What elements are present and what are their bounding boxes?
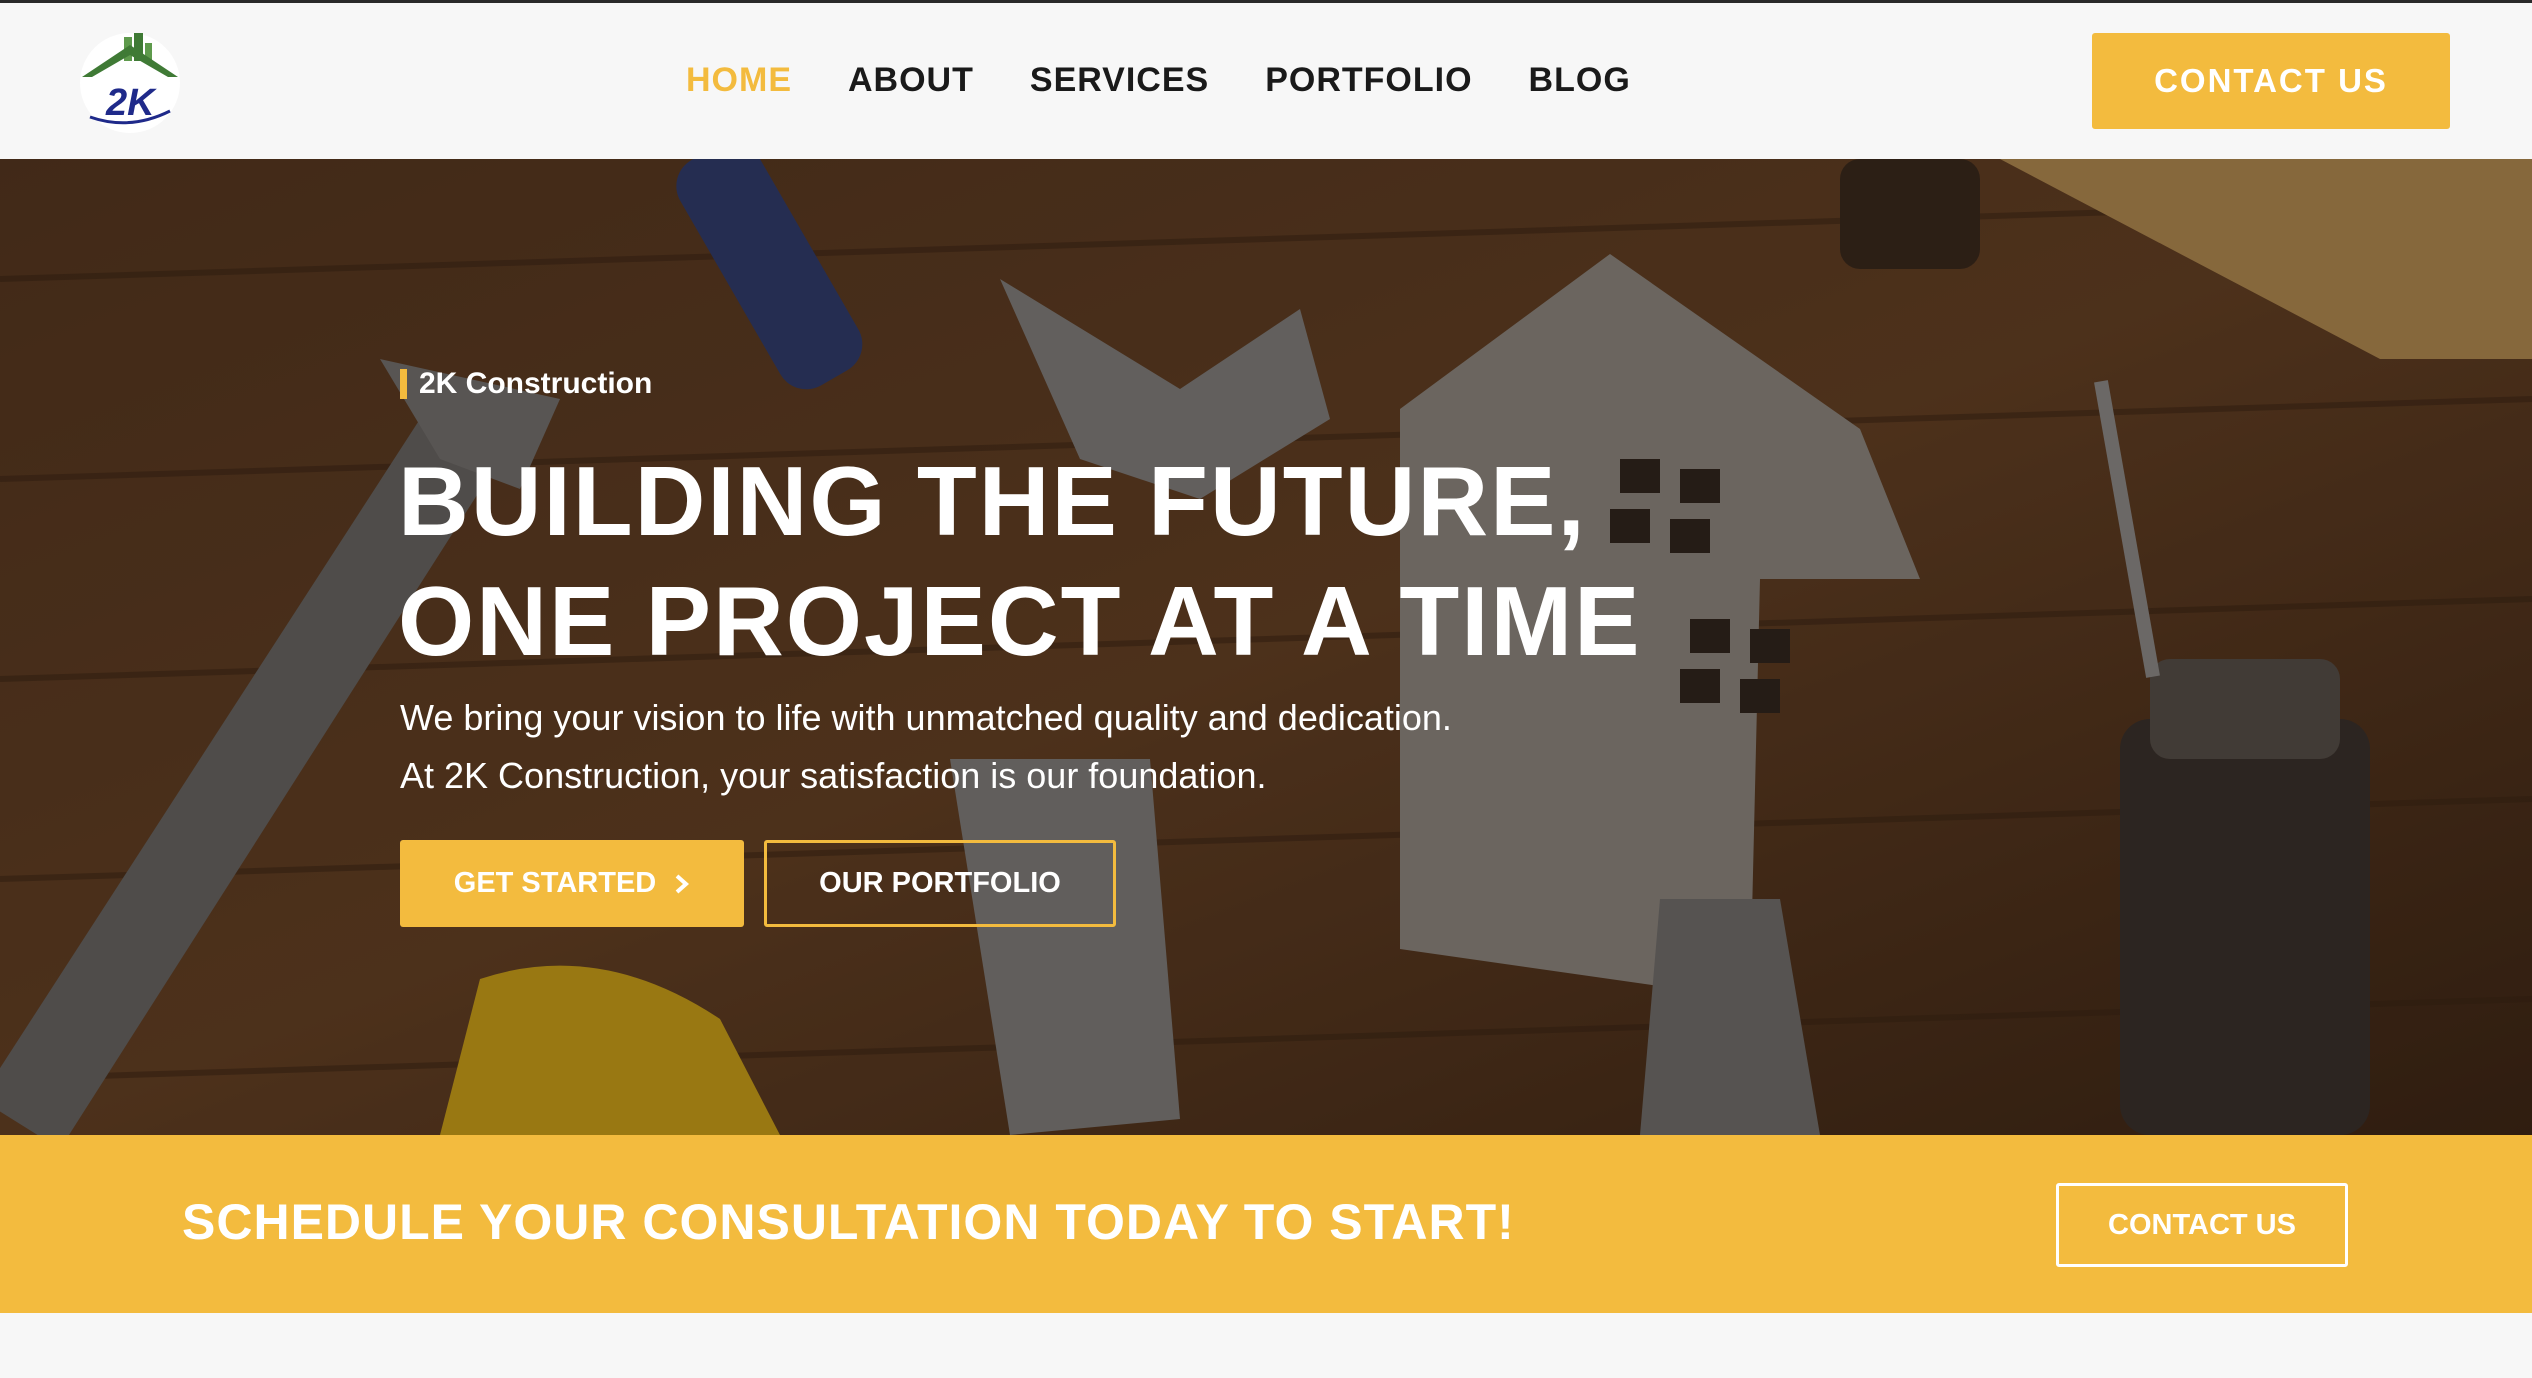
nav-home[interactable]: HOME [686, 61, 792, 100]
main-nav: HOME ABOUT SERVICES PORTFOLIO BLOG [686, 61, 1631, 100]
hero-subtitle: We bring your vision to life with unmatc… [400, 689, 1600, 805]
hero-title-line2: ONE PROJECT AT A TIME [398, 566, 1642, 676]
header-contact-button[interactable]: CONTACT US [2092, 33, 2450, 129]
hero-title-line1: BUILDING THE FUTURE, [398, 446, 1587, 556]
page-bottom-area [0, 1313, 2532, 1378]
nav-about[interactable]: ABOUT [848, 61, 974, 100]
nav-blog[interactable]: BLOG [1529, 61, 1631, 100]
nav-portfolio[interactable]: PORTFOLIO [1265, 61, 1472, 100]
nav-services[interactable]: SERVICES [1030, 61, 1209, 100]
get-started-button[interactable]: GET STARTED [400, 840, 744, 927]
hero-eyebrow: 2K Construction [400, 367, 652, 401]
our-portfolio-button[interactable]: OUR PORTFOLIO [764, 840, 1116, 927]
consultation-text: SCHEDULE YOUR CONSULTATION TODAY TO STAR… [182, 1194, 1515, 1250]
chevron-right-icon [675, 874, 690, 893]
consultation-banner: SCHEDULE YOUR CONSULTATION TODAY TO STAR… [0, 1135, 2532, 1313]
hero-title: BUILDING THE FUTURE, ONE PROJECT AT A TI… [398, 441, 1798, 681]
eyebrow-accent-bar [400, 369, 407, 399]
get-started-label: GET STARTED [453, 867, 657, 899]
hero-subtitle-line2: At 2K Construction, your satisfaction is… [400, 755, 1267, 796]
hero-section: 2K Construction BUILDING THE FUTURE, ONE… [0, 159, 2532, 1135]
company-logo[interactable]: 2K [78, 31, 182, 135]
eyebrow-text: 2K Construction [419, 367, 653, 400]
banner-contact-button[interactable]: CONTACT US [2056, 1183, 2348, 1267]
site-header: 2K HOME ABOUT SERVICES PORTFOLIO BLOG CO… [0, 3, 2532, 159]
hero-subtitle-line1: We bring your vision to life with unmatc… [400, 697, 1452, 738]
